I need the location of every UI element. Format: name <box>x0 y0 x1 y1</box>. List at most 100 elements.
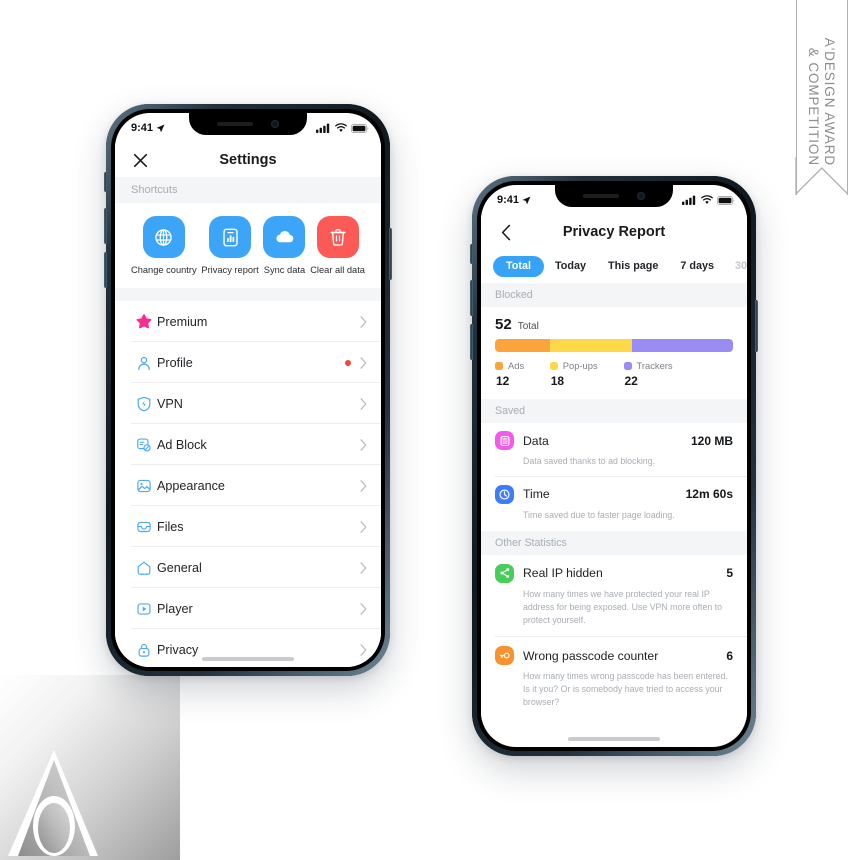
saved-item-time[interactable]: Time 12m 60s Time saved due to faster pa… <box>481 476 747 531</box>
lock-icon <box>131 642 157 658</box>
tab-this-page[interactable]: This page <box>597 256 669 277</box>
chevron-right-icon <box>360 439 367 451</box>
shield-bolt-icon <box>131 396 157 412</box>
battery-icon <box>351 123 369 133</box>
chevron-right-icon <box>360 357 367 369</box>
blocked-total-label: Total <box>517 321 539 332</box>
blocked-total-value: 52 <box>495 316 512 333</box>
tab-7-days[interactable]: 7 days <box>669 256 725 277</box>
settings-list: Premium Profile VPN Ad Block Appearance … <box>115 301 381 667</box>
real-ip-value: 5 <box>726 566 733 580</box>
sidebar-item-premium[interactable]: Premium <box>115 301 381 343</box>
volume-up-button[interactable] <box>469 280 473 316</box>
tab-today[interactable]: Today <box>544 256 597 277</box>
image-icon <box>131 478 157 494</box>
stat-item-real-ip-hidden[interactable]: Real IP hidden 5 How many times we have … <box>481 554 747 638</box>
chevron-right-icon <box>360 644 367 656</box>
privacy-report-tile <box>209 216 252 258</box>
legend-item-trackers: Trackers 22 <box>623 360 719 388</box>
saved-time-value: 12m 60s <box>685 487 733 502</box>
location-arrow-icon <box>522 196 531 204</box>
home-indicator[interactable] <box>202 657 294 661</box>
real-ip-desc: How many times we have protected your re… <box>523 588 723 625</box>
legend-swatch-ads <box>495 361 503 370</box>
blocked-section-header: Blocked <box>481 283 747 307</box>
real-ip-head: Real IP hidden 5 <box>495 563 733 583</box>
change-country-label: Change country <box>131 265 197 275</box>
earpiece-speaker <box>217 122 253 126</box>
saved-section-header: Saved <box>481 399 747 423</box>
tab-30-days[interactable]: 30 <box>725 256 747 277</box>
legend-item-popups: Pop-ups 18 <box>549 360 624 388</box>
settings-navbar: Settings <box>115 143 381 177</box>
sidebar-item-label: Ad Block <box>157 437 207 452</box>
sidebar-item-label: Premium <box>157 314 208 329</box>
cellular-signal-icon <box>682 195 696 205</box>
power-button[interactable] <box>755 300 759 352</box>
legend-item-ads: Ads 12 <box>495 360 550 388</box>
status-indicators <box>682 195 735 205</box>
sidebar-item-appearance[interactable]: Appearance <box>115 465 381 507</box>
power-button[interactable] <box>389 228 393 280</box>
saved-item-data[interactable]: Data 120 MB Data saved thanks to ad bloc… <box>481 423 747 477</box>
clear-all-data-tile <box>316 216 359 258</box>
sidebar-item-vpn[interactable]: VPN <box>115 383 381 425</box>
blocked-total-row: 52 Total <box>495 316 733 333</box>
phone-bezel: 9:41 <box>111 109 385 671</box>
shortcut-clear-all-data[interactable]: Clear all data <box>310 216 365 276</box>
shortcut-change-country[interactable]: Change country <box>131 216 197 276</box>
status-time: 9:41 <box>131 122 154 134</box>
stat-item-wrong-passcode-counter[interactable]: Wrong passcode counter 6 How many times … <box>481 637 747 720</box>
shortcut-sync-data[interactable]: Sync data <box>263 216 306 276</box>
shortcut-privacy-report[interactable]: Privacy report <box>201 216 259 276</box>
mute-switch-button[interactable] <box>103 172 107 192</box>
sidebar-item-player[interactable]: Player <box>115 588 381 630</box>
share-network-icon <box>495 563 514 583</box>
volume-up-button[interactable] <box>103 208 107 244</box>
data-stack-icon <box>495 431 514 450</box>
sidebar-item-privacy[interactable]: Privacy <box>115 629 381 667</box>
bar-segment-popups <box>549 339 633 352</box>
legend-label-popups: Pop-ups <box>562 360 598 371</box>
home-indicator[interactable] <box>568 737 660 741</box>
key-icon <box>495 646 514 666</box>
chevron-right-icon <box>360 480 367 492</box>
wrong-passcode-value: 6 <box>726 648 733 663</box>
sidebar-item-profile[interactable]: Profile <box>115 342 381 384</box>
close-button[interactable] <box>129 149 151 171</box>
globe-icon <box>155 228 173 246</box>
sidebar-item-general[interactable]: General <box>115 547 381 589</box>
legend-value-trackers: 22 <box>624 374 638 388</box>
saved-time-desc: Time saved due to faster page loading. <box>523 509 675 520</box>
blocked-legend: Ads 12 Pop-ups 18 Trackers 22 <box>495 360 733 388</box>
bar-segment-trackers <box>632 339 733 352</box>
other-header-label: Other Statistics <box>495 536 567 549</box>
trash-icon <box>330 229 346 246</box>
chevron-right-icon <box>360 398 367 410</box>
wrong-passcode-title: Wrong passcode counter <box>523 648 659 663</box>
legend-value-ads: 12 <box>496 374 510 388</box>
sidebar-item-ad-block[interactable]: Ad Block <box>115 424 381 466</box>
volume-down-button[interactable] <box>103 252 107 288</box>
real-ip-title: Real IP hidden <box>523 566 603 580</box>
report-navbar: Privacy Report <box>481 215 747 249</box>
front-camera <box>637 192 645 200</box>
page-title: Privacy Report <box>562 224 666 240</box>
location-arrow-icon <box>156 124 165 132</box>
volume-down-button[interactable] <box>469 324 473 360</box>
page-title: Settings <box>219 152 277 168</box>
saved-data-head: Data 120 MB <box>495 431 733 450</box>
person-icon <box>131 355 157 371</box>
saved-time-title: Time <box>523 487 550 502</box>
sidebar-item-files[interactable]: Files <box>115 506 381 548</box>
cellular-signal-icon <box>316 123 330 133</box>
tab-total[interactable]: Total <box>493 255 544 277</box>
clear-all-data-label: Clear all data <box>310 265 365 275</box>
back-button[interactable] <box>495 221 517 243</box>
chevron-right-icon <box>360 521 367 533</box>
legend-swatch-popups <box>549 361 558 370</box>
sidebar-item-label: VPN <box>157 396 183 411</box>
sidebar-item-label: General <box>157 560 202 575</box>
mute-switch-button[interactable] <box>469 244 473 264</box>
earpiece-speaker <box>583 194 619 198</box>
